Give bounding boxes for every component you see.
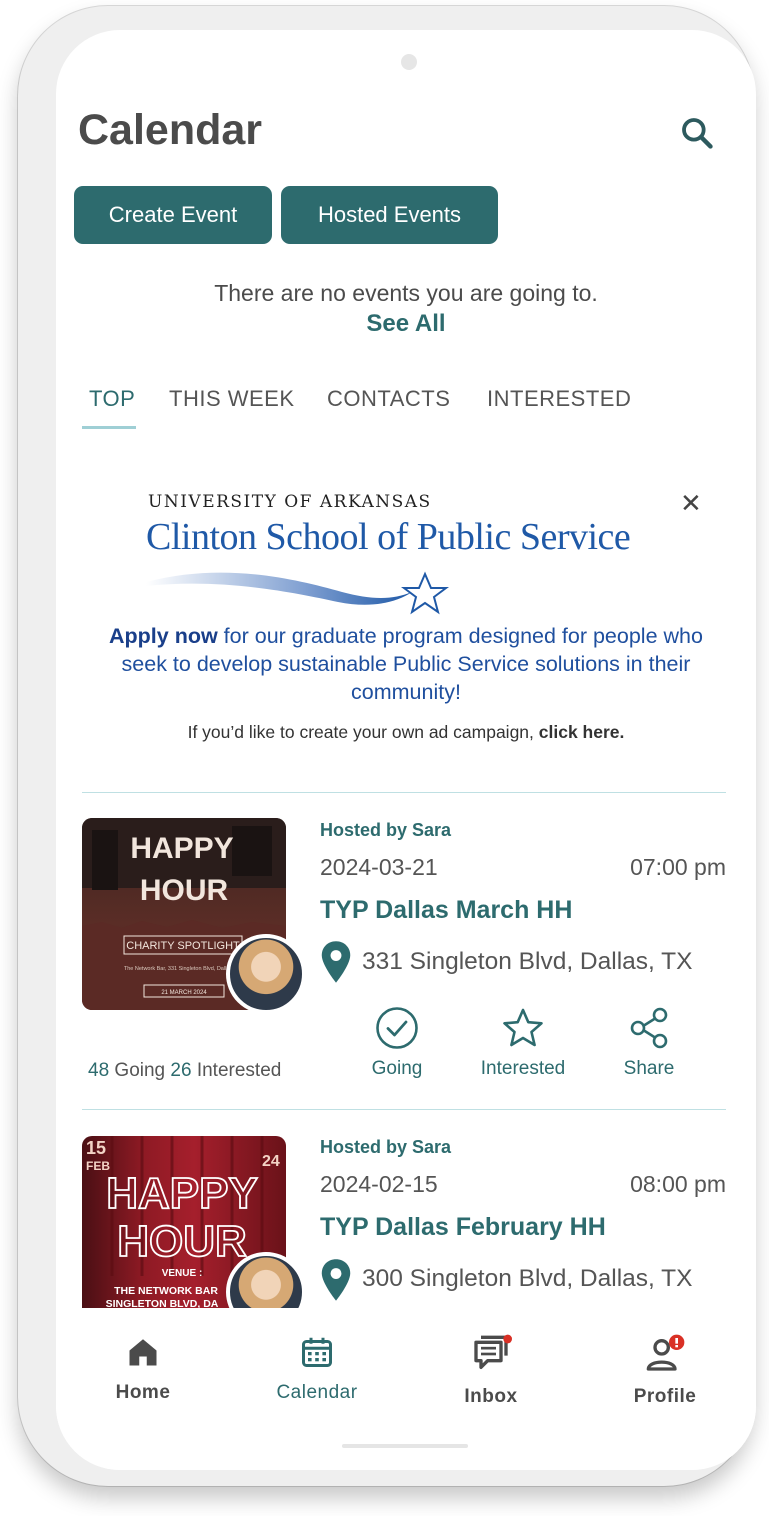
phone-frame: Calendar Create Event Hosted Events Ther… (18, 6, 756, 1486)
host-avatar[interactable] (226, 934, 306, 1014)
tab-interested[interactable]: INTERESTED (487, 386, 631, 412)
poster-line-date: 21 MARCH 2024 (161, 990, 207, 996)
nav-profile[interactable]: Profile (605, 1334, 725, 1408)
ad-logo-swoosh (146, 571, 449, 615)
event-host[interactable]: Hosted by Sara (320, 820, 451, 841)
interested-count-label: Interested (191, 1060, 282, 1081)
star-icon (503, 1008, 543, 1047)
poster-line-venue-name: THE NETWORK BAR (114, 1285, 218, 1297)
going-button[interactable]: Going (342, 1006, 452, 1080)
event-title[interactable]: TYP Dallas February HH (320, 1213, 606, 1242)
tab-this-week[interactable]: THIS WEEK (169, 386, 295, 412)
ad-logo-university[interactable]: UNIVERSITY OF ARKANSAS (148, 492, 432, 512)
nav-profile-label: Profile (633, 1386, 697, 1407)
home-indicator (342, 1444, 468, 1448)
see-all-link[interactable]: See All (56, 310, 756, 338)
poster-line-year: 24 (262, 1153, 280, 1170)
poster-line-hour: HOUR (140, 874, 229, 907)
nav-home[interactable]: Home (83, 1334, 203, 1404)
event-time: 08:00 pm (630, 1171, 726, 1197)
check-circle-icon (376, 1007, 418, 1049)
going-button-label: Going (371, 1058, 423, 1079)
event-title[interactable]: TYP Dallas March HH (320, 896, 572, 925)
divider (82, 792, 726, 793)
poster-line-spotlight: CHARITY SPOTLIGHT (126, 940, 240, 952)
close-ad-icon[interactable]: ✕ (680, 488, 702, 519)
hosted-events-button[interactable]: Hosted Events (281, 186, 498, 244)
share-icon (630, 1007, 668, 1049)
tab-top[interactable]: TOP (89, 386, 135, 412)
event-time: 07:00 pm (630, 854, 726, 880)
event-attendance-counts: 48 Going 26 Interested (88, 1060, 281, 1082)
event-host[interactable]: Hosted by Sara (320, 1137, 451, 1158)
app-screen: Calendar Create Event Hosted Events Ther… (56, 30, 756, 1470)
event-date: 2024-03-21 (320, 854, 438, 880)
nav-inbox-label: Inbox (464, 1386, 518, 1407)
divider (82, 1109, 726, 1110)
home-icon (129, 1339, 157, 1366)
event-date: 2024-02-15 (320, 1171, 438, 1197)
profile-alert-icon (646, 1334, 685, 1371)
calendar-icon (302, 1337, 332, 1367)
nav-calendar-label: Calendar (276, 1382, 358, 1403)
no-events-message: There are no events you are going to. (214, 280, 598, 306)
event-address: 300 Singleton Blvd, Dallas, TX (362, 1265, 693, 1292)
ad-campaign-cta: If you’d like to create your own ad camp… (56, 722, 756, 743)
search-icon[interactable] (678, 114, 716, 152)
poster-line-venue: The Network Bar, 331 Singleton Blvd, Dal… (124, 966, 243, 972)
interested-count: 26 (170, 1060, 192, 1081)
nav-inbox[interactable]: Inbox (431, 1334, 551, 1408)
nav-home-label: Home (115, 1382, 171, 1403)
ad-apply-now[interactable]: Apply now (109, 624, 218, 648)
ad-cta-text: If you’d like to create your own ad camp… (187, 722, 539, 742)
location-pin-icon (321, 1259, 351, 1301)
front-camera (401, 54, 417, 70)
poster-line-day: 15 (86, 1138, 106, 1158)
page-title: Calendar (78, 106, 263, 154)
going-count: 48 (88, 1060, 110, 1081)
interested-button[interactable]: Interested (468, 1006, 578, 1080)
inbox-icon (474, 1334, 512, 1369)
location-pin-icon (321, 941, 351, 983)
interested-button-label: Interested (480, 1058, 566, 1079)
poster-line-happy: HAPPY (106, 1169, 258, 1218)
share-button[interactable]: Share (594, 1006, 704, 1080)
share-button-label: Share (623, 1058, 675, 1079)
ad-description[interactable]: Apply now for our graduate program desig… (96, 622, 716, 706)
nav-calendar[interactable]: Calendar (257, 1334, 377, 1404)
poster-line-venue-label: VENUE : (162, 1268, 203, 1279)
event-address: 331 Singleton Blvd, Dallas, TX (362, 948, 693, 975)
poster-line-happy: HAPPY (130, 832, 233, 865)
tab-contacts[interactable]: CONTACTS (327, 386, 450, 412)
poster-line-hour: HOUR (117, 1217, 247, 1266)
active-tab-indicator (82, 426, 136, 429)
going-count-label: Going (109, 1060, 171, 1081)
create-event-button[interactable]: Create Event (74, 186, 272, 244)
ad-campaign-link[interactable]: click here. (539, 722, 625, 742)
